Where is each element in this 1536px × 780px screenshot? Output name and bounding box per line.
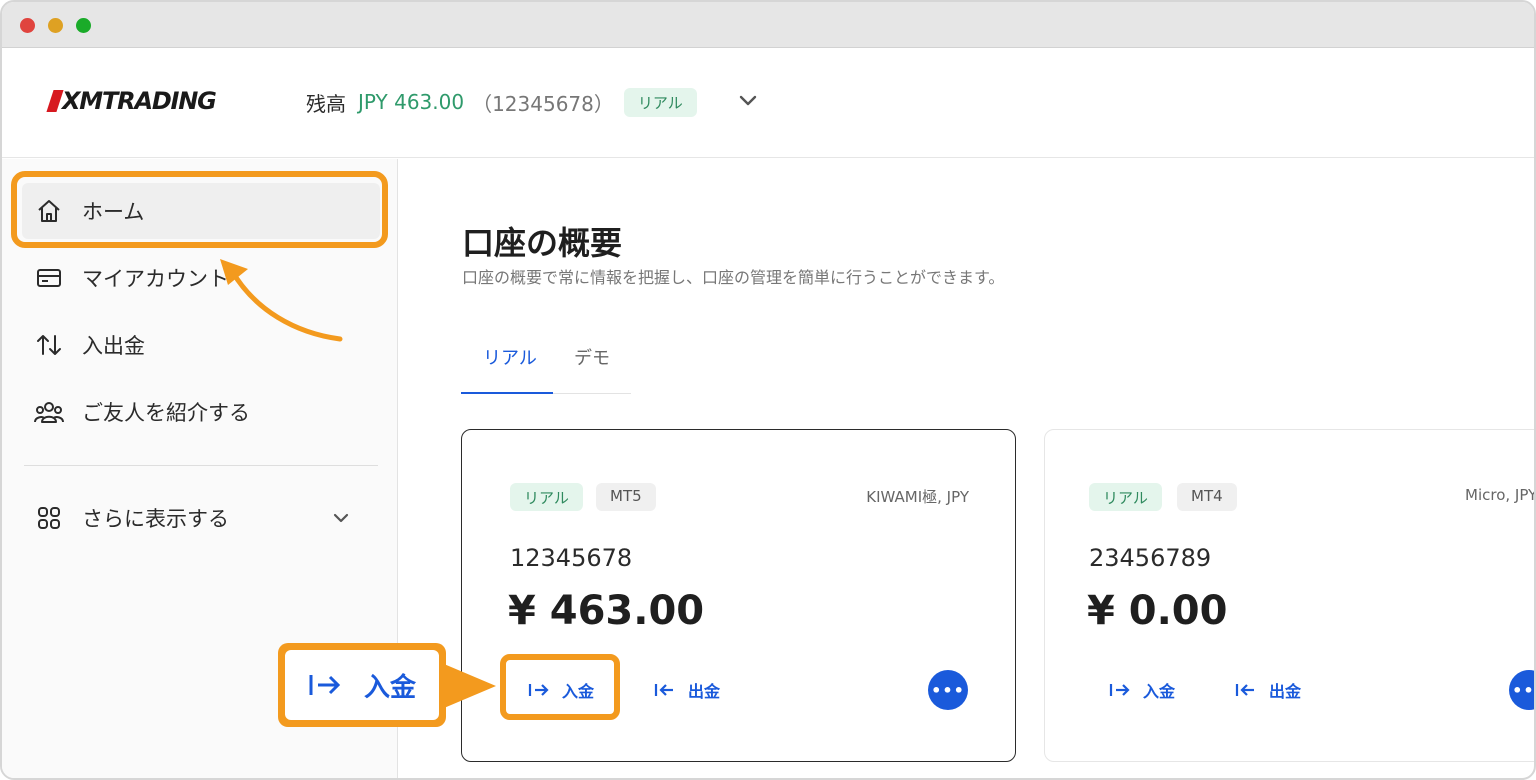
- chevron-down-icon: [333, 513, 349, 523]
- balance-summary[interactable]: 残高 JPY 463.00 （12345678） リアル: [306, 86, 697, 118]
- logo-mark-icon: [46, 90, 64, 112]
- account-type: KIWAMI極, JPY: [866, 488, 969, 506]
- more-icon: •••: [931, 680, 965, 700]
- callout-pointer: [444, 664, 496, 708]
- sidebar-item-label: ご友人を紹介する: [82, 401, 250, 425]
- window-titlebar: [2, 2, 1534, 48]
- sidebar-divider: [24, 465, 378, 466]
- chevron-down-icon[interactable]: [738, 94, 758, 108]
- xm-logo[interactable]: XMTRADING: [46, 86, 217, 116]
- sidebar-item-label: マイアカウント: [82, 267, 229, 291]
- sidebar-item-show-more[interactable]: さらに表示する: [22, 490, 380, 546]
- account-balance: ¥ 0.00: [1087, 588, 1228, 634]
- more-options-button[interactable]: •••: [928, 670, 968, 710]
- callout-content: 入金: [285, 650, 439, 720]
- deposit-icon: [1109, 684, 1130, 696]
- account-number: 12345678: [510, 544, 633, 572]
- deposit-button[interactable]: 入金: [1109, 678, 1175, 702]
- minimize-window-button[interactable]: [48, 18, 63, 33]
- callout-label: 入金: [363, 672, 416, 703]
- grid-icon: [34, 503, 64, 533]
- account-number: 23456789: [1089, 544, 1212, 572]
- withdraw-button[interactable]: 出金: [1235, 678, 1301, 702]
- platform-badge: MT4: [1177, 483, 1237, 511]
- logo-text: XMTRADING: [62, 87, 217, 115]
- account-tabs: リアル デモ: [461, 332, 631, 394]
- account-badge: リアル: [1089, 483, 1162, 511]
- balance-amount: JPY 463.00: [358, 90, 465, 114]
- page-subtitle: 口座の概要で常に情報を把握し、口座の管理を簡単に行うことができます。: [462, 268, 1005, 287]
- balance-label: 残高: [306, 91, 346, 116]
- transfer-icon: [34, 330, 64, 360]
- more-options-button[interactable]: •••: [1509, 670, 1535, 710]
- deposit-callout: 入金: [278, 643, 446, 727]
- browser-window: XMTRADING 残高 JPY 463.00 （12345678） リアル ホ…: [0, 0, 1536, 780]
- card-icon: [34, 263, 64, 293]
- home-highlight-frame: [11, 171, 388, 248]
- sidebar-item-label: 入出金: [82, 334, 145, 358]
- close-window-button[interactable]: [20, 18, 35, 33]
- platform-badge: MT5: [596, 483, 656, 511]
- account-card[interactable]: リアル MT4 Micro, JPY 23456789 ¥ 0.00 入金 出金…: [1044, 429, 1536, 762]
- active-tab-indicator: [461, 392, 553, 394]
- withdraw-button[interactable]: 出金: [654, 678, 720, 702]
- account-balance: ¥ 463.00: [508, 588, 705, 634]
- more-icon: •••: [1512, 680, 1535, 700]
- withdraw-label: 出金: [688, 682, 721, 701]
- top-header: XMTRADING 残高 JPY 463.00 （12345678） リアル: [2, 48, 1534, 158]
- deposit-icon: [309, 675, 341, 695]
- account-type: Micro, JPY: [1465, 486, 1536, 504]
- account-type-badge: リアル: [623, 87, 697, 117]
- pointer-arrow-icon: [220, 259, 343, 342]
- page-title: 口座の概要: [462, 224, 623, 262]
- sidebar-item-refer-friend[interactable]: ご友人を紹介する: [22, 384, 380, 440]
- maximize-window-button[interactable]: [76, 18, 91, 33]
- withdraw-icon: [654, 684, 673, 696]
- tab-demo[interactable]: デモ: [574, 344, 610, 370]
- tab-real[interactable]: リアル: [483, 344, 537, 370]
- account-badge: リアル: [510, 483, 583, 511]
- withdraw-label: 出金: [1269, 682, 1302, 701]
- withdraw-icon: [1235, 684, 1254, 696]
- sidebar-item-label: さらに表示する: [82, 507, 229, 531]
- deposit-highlight-frame: [500, 654, 620, 720]
- deposit-label: 入金: [1143, 682, 1176, 701]
- balance-account-number: （12345678）: [472, 91, 614, 116]
- people-icon: [34, 397, 64, 427]
